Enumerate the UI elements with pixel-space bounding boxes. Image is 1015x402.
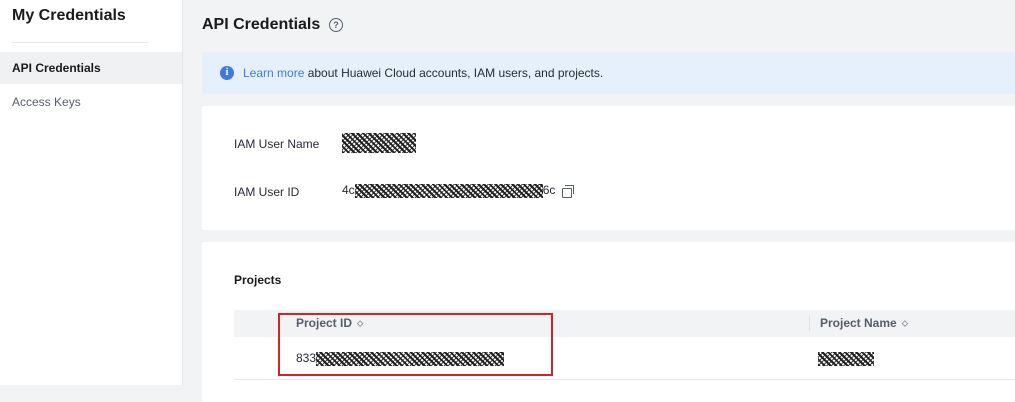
masked-user-id	[354, 183, 543, 198]
sidebar-item-access-keys[interactable]: Access Keys	[0, 86, 182, 118]
column-label-project-id: Project ID	[296, 316, 353, 330]
table-row: 833	[234, 337, 1015, 380]
info-banner-description: about Huawei Cloud accounts, IAM users, …	[304, 66, 604, 80]
projects-title: Projects	[234, 273, 282, 287]
learn-more-link[interactable]: Learn more	[243, 66, 304, 80]
copy-icon[interactable]	[562, 185, 574, 198]
iam-user-id-suffix: 6c	[542, 183, 556, 197]
column-label-project-name: Project Name	[820, 316, 897, 330]
column-header-project-id[interactable]: Project ID ⬦	[296, 310, 363, 337]
sort-icon[interactable]: ⬦	[902, 310, 908, 337]
projects-table-header: Project ID ⬦ Project Name ⬦	[234, 310, 1015, 337]
project-id-prefix: 833	[296, 351, 317, 365]
question-circle-icon[interactable]: ?	[329, 18, 343, 32]
iam-user-name-label: IAM User Name	[234, 137, 320, 151]
masked-user-name	[342, 133, 416, 153]
column-separator	[809, 316, 810, 331]
column-header-project-name[interactable]: Project Name ⬦	[820, 310, 908, 337]
iam-user-card: IAM User Name IAM User ID 4c 6c	[202, 106, 1015, 230]
info-banner: i Learn more about Huawei Cloud accounts…	[202, 52, 1015, 94]
project-name-cell	[818, 351, 874, 366]
sort-icon[interactable]: ⬦	[357, 310, 363, 337]
sidebar-item-api-credentials[interactable]: API Credentials	[0, 52, 182, 84]
iam-user-id-value: 4c 6c	[342, 183, 555, 198]
info-banner-text: Learn more about Huawei Cloud accounts, …	[243, 66, 603, 80]
sidebar-title: My Credentials	[12, 7, 126, 24]
masked-project-id	[316, 351, 505, 366]
iam-user-id-prefix: 4c	[342, 183, 355, 197]
iam-user-name-value	[342, 133, 416, 153]
project-id-cell: 833	[296, 351, 505, 366]
projects-card: Projects Project ID ⬦ Project Name ⬦ 833	[202, 242, 1015, 402]
sidebar-divider	[12, 42, 148, 43]
info-icon: i	[220, 66, 234, 80]
sidebar: My Credentials API Credentials Access Ke…	[0, 0, 183, 385]
page-title: API Credentials	[202, 16, 321, 33]
iam-user-id-label: IAM User ID	[234, 185, 300, 199]
masked-project-name	[818, 351, 874, 366]
